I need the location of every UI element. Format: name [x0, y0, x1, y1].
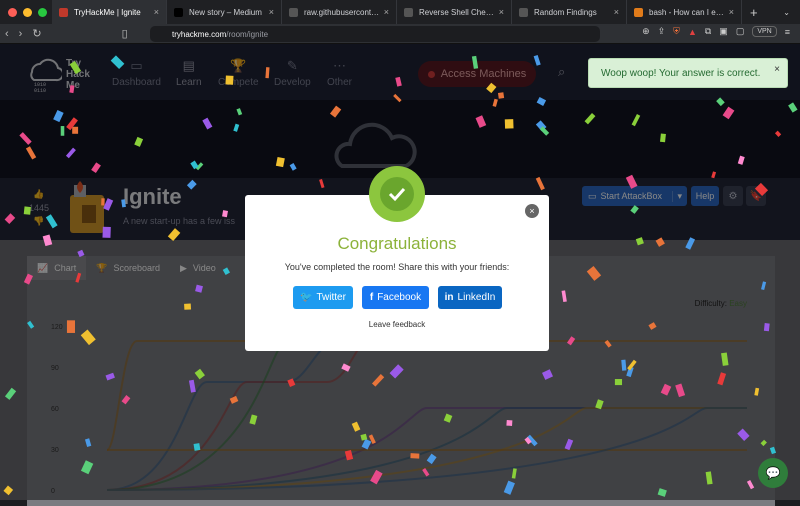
address-toolbar: ‹ › ↻ ▯ tryhackme.com/room/ignite ⊕ ⇪ ⛨ … — [0, 24, 800, 44]
facebook-share-button[interactable]: f Facebook — [362, 286, 429, 309]
chat-icon: 💬 — [765, 466, 781, 480]
extensions-icon[interactable]: ⧉ — [705, 26, 711, 37]
checkmark-icon — [388, 187, 406, 202]
tab-title: Reverse Shell Cheat Sheet | — [419, 7, 495, 17]
browser-tab[interactable]: bash - How can I exclude al × — [627, 0, 742, 24]
modal-close-button[interactable]: × — [525, 204, 539, 218]
facebook-label: Facebook — [377, 292, 422, 303]
badge-inner — [380, 177, 414, 211]
tab-favicon-icon — [519, 7, 528, 17]
close-window-button[interactable] — [8, 7, 17, 17]
tab-close-icon[interactable]: × — [269, 7, 274, 17]
forward-icon[interactable]: › — [14, 28, 28, 40]
wallet-icon[interactable]: ▢ — [736, 26, 745, 37]
tab-favicon-icon — [404, 7, 413, 17]
leave-feedback-link[interactable]: Leave feedback — [245, 320, 549, 329]
tab-favicon-icon — [289, 7, 298, 17]
zoom-icon[interactable]: ⊕ — [642, 26, 650, 37]
tab-title: New story – Medium — [189, 7, 262, 17]
browser-tab-bar: TryHackMe | Ignite × New story – Medium × ra… — [0, 0, 800, 24]
modal-subtitle: You've completed the room! Share this wi… — [284, 262, 510, 272]
browser-tab[interactable]: Reverse Shell Cheat Sheet | × — [397, 0, 512, 24]
vpn-button[interactable]: VPN — [752, 26, 777, 37]
tab-favicon-icon — [174, 7, 183, 17]
share-icon[interactable]: ⇪ — [658, 26, 666, 37]
success-badge — [369, 166, 425, 222]
browser-tab[interactable]: New story – Medium × — [167, 0, 282, 24]
brave-shield-icon[interactable]: ⛨ — [673, 26, 680, 37]
tab-menu-icon[interactable]: ⌄ — [783, 8, 800, 17]
reload-icon[interactable]: ↻ — [27, 27, 46, 40]
sidebar-icon[interactable]: ▣ — [719, 26, 728, 37]
url-path: /room/ignite — [226, 29, 269, 39]
rewards-icon[interactable]: ▲ — [688, 27, 697, 37]
twitter-label: Twitter — [316, 292, 346, 303]
linkedin-share-button[interactable]: in LinkedIn — [438, 286, 502, 309]
twitter-share-button[interactable]: 🐦 Twitter — [293, 286, 353, 309]
browser-tab[interactable]: TryHackMe | Ignite × — [52, 0, 167, 24]
tab-title: TryHackMe | Ignite — [74, 7, 141, 17]
tab-title: raw.githubusercontent.com — [304, 7, 380, 17]
tab-close-icon[interactable]: × — [384, 7, 389, 17]
tab-close-icon[interactable]: × — [729, 7, 734, 17]
bookmark-icon[interactable]: ▯ — [117, 27, 133, 40]
success-toast: Woop woop! Your answer is correct. × — [588, 58, 788, 88]
back-icon[interactable]: ‹ — [0, 28, 14, 40]
new-tab-button[interactable]: + — [742, 5, 766, 20]
minimize-window-button[interactable] — [23, 7, 32, 17]
linkedin-icon: in — [444, 292, 454, 303]
chat-support-button[interactable]: 💬 — [758, 458, 788, 488]
twitter-icon: 🐦 — [300, 292, 313, 303]
tab-close-icon[interactable]: × — [154, 7, 159, 17]
facebook-icon: f — [369, 292, 374, 303]
toast-close-button[interactable]: × — [774, 64, 780, 75]
url-field[interactable]: tryhackme.com/room/ignite — [150, 26, 600, 42]
menu-icon[interactable]: ≡ — [785, 27, 790, 37]
modal-title: Congratulations — [337, 234, 457, 253]
browser-tab[interactable]: raw.githubusercontent.com × — [282, 0, 397, 24]
toast-message: Woop woop! Your answer is correct. — [601, 67, 761, 79]
tab-favicon-icon — [634, 7, 643, 17]
maximize-window-button[interactable] — [38, 7, 47, 17]
tab-close-icon[interactable]: × — [614, 7, 619, 17]
linkedin-label: LinkedIn — [457, 292, 496, 303]
tab-favicon-icon — [59, 7, 68, 17]
window-controls — [0, 7, 52, 17]
tab-title: bash - How can I exclude al — [649, 7, 725, 17]
url-host: tryhackme.com — [172, 29, 227, 39]
tab-close-icon[interactable]: × — [499, 7, 504, 17]
browser-tab[interactable]: Random Findings × — [512, 0, 627, 24]
tab-title: Random Findings — [534, 7, 597, 17]
